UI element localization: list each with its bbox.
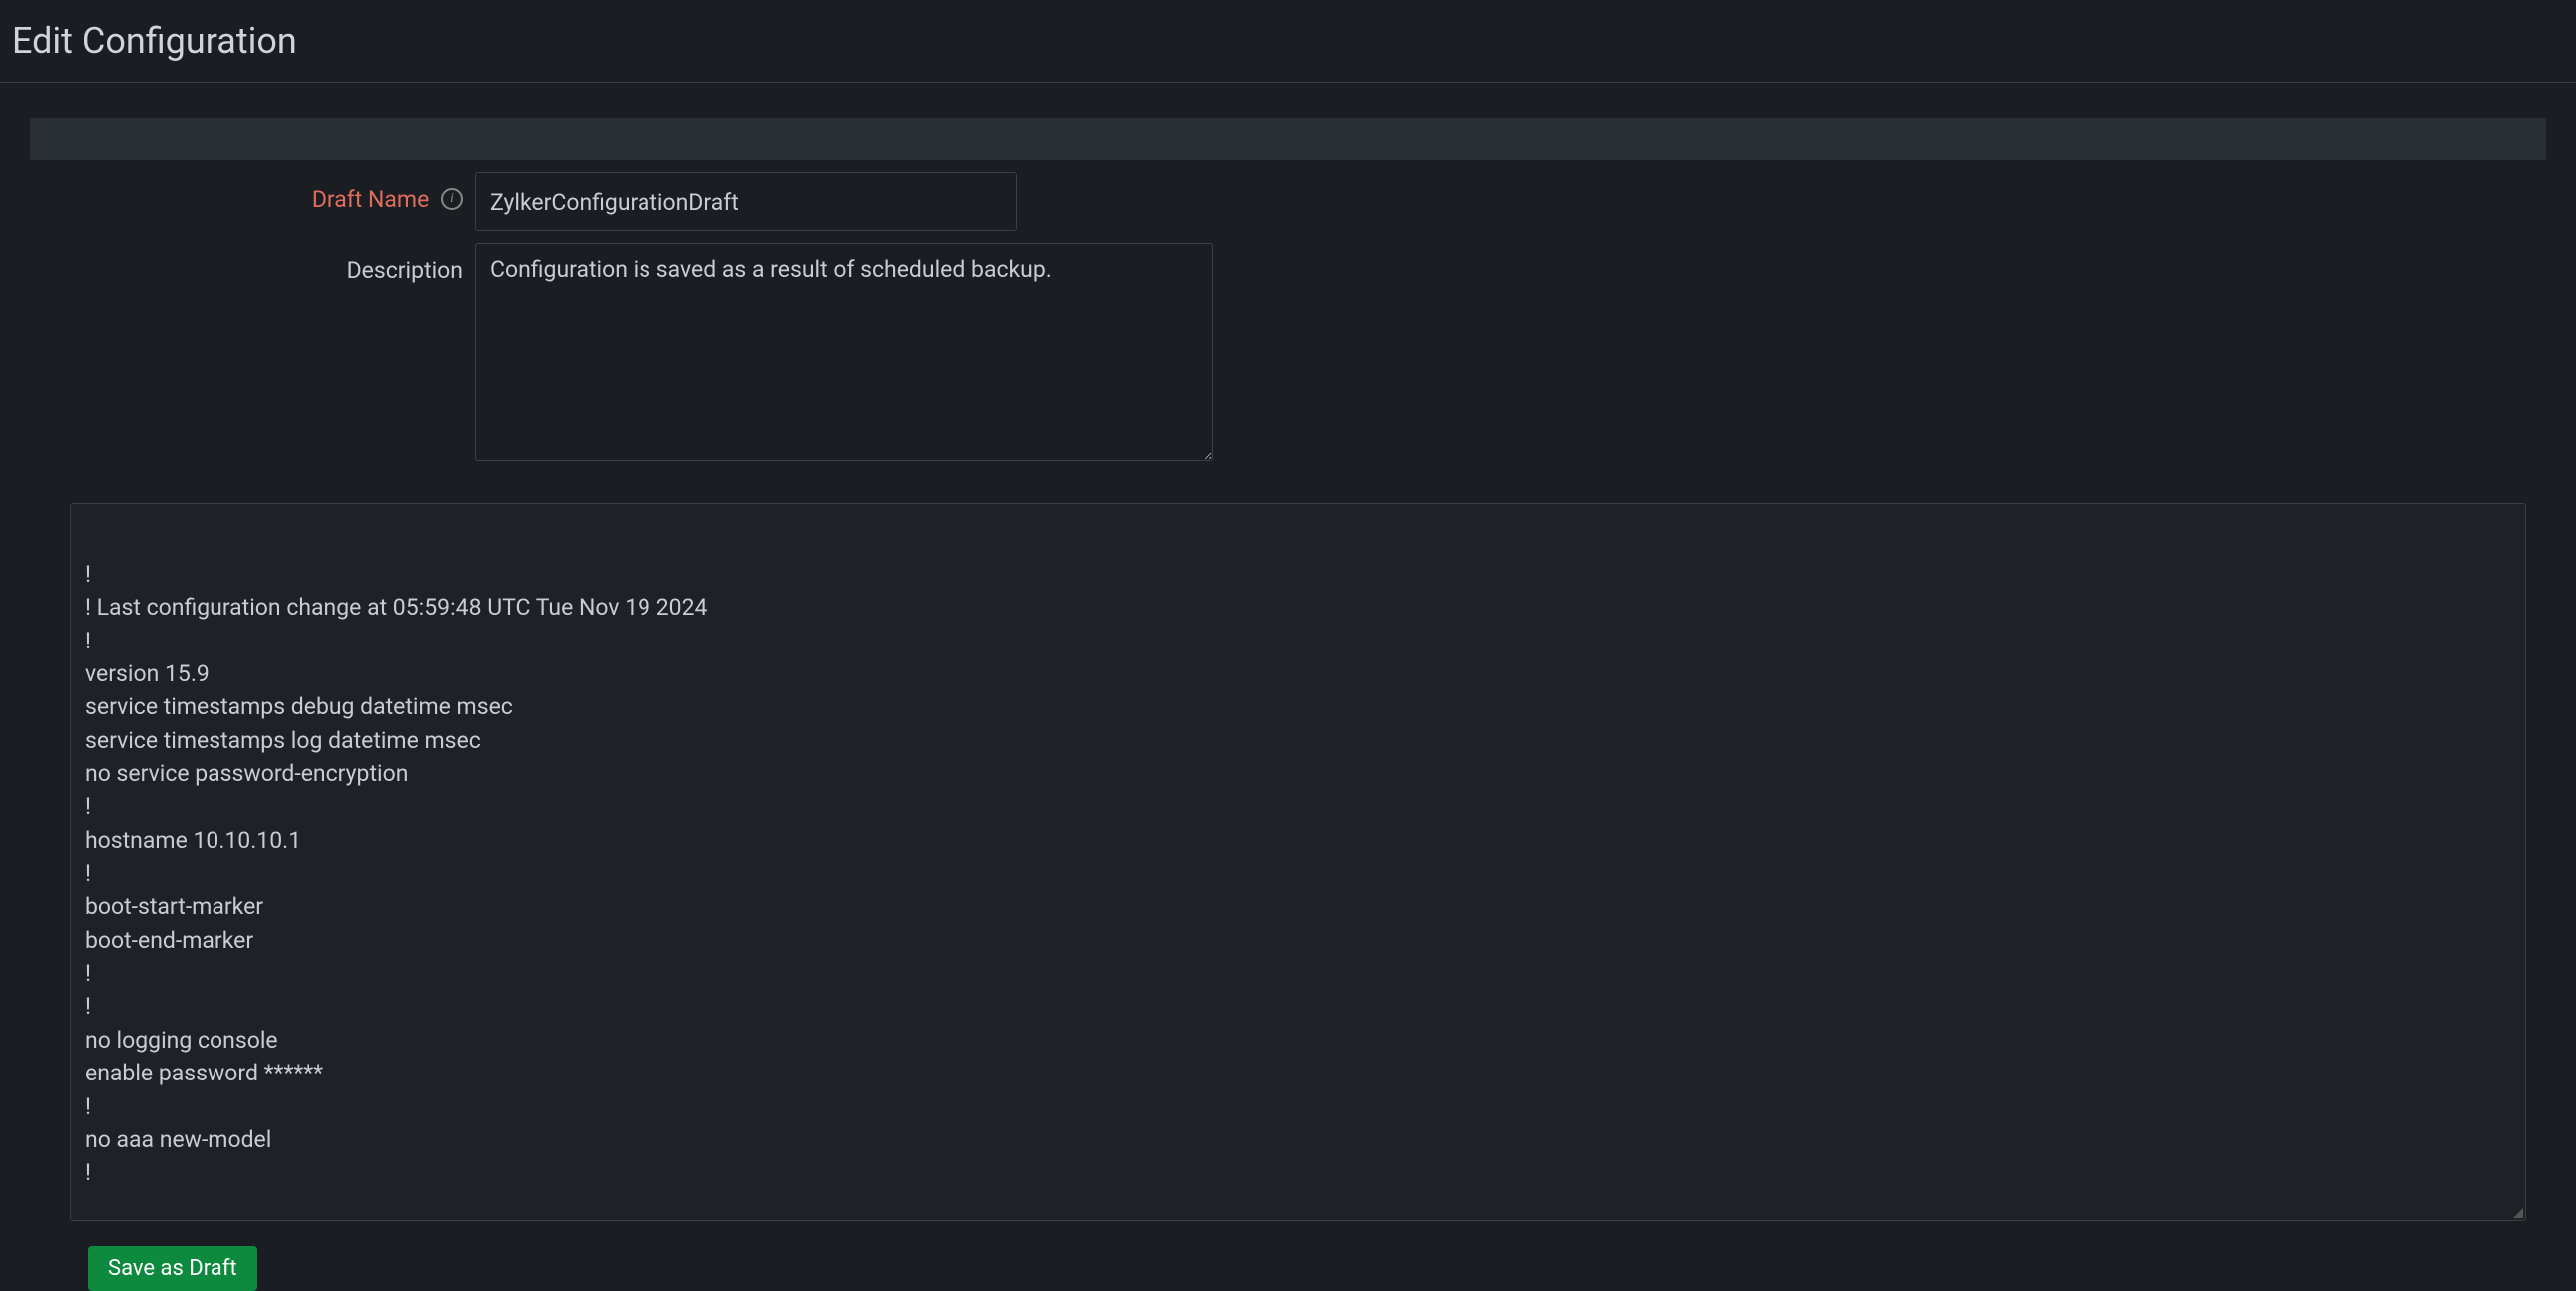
page-header: Edit Configuration [0, 0, 2576, 83]
resize-handle-icon[interactable] [2511, 1206, 2523, 1218]
config-editor[interactable]: ! ! Last configuration change at 05:59:4… [70, 503, 2526, 1221]
config-bar [30, 118, 2546, 160]
page-title: Edit Configuration [12, 20, 2564, 62]
config-content[interactable]: ! ! Last configuration change at 05:59:4… [71, 504, 2525, 1220]
info-icon[interactable]: i [441, 188, 463, 210]
description-row: Description [30, 243, 2546, 461]
button-row: Save as Draft [88, 1246, 2526, 1291]
description-label: Description [30, 243, 475, 284]
draft-name-row: Draft Name i [30, 172, 2546, 231]
description-textarea[interactable] [475, 243, 1213, 461]
draft-name-label: Draft Name i [30, 172, 475, 213]
form-section: Draft Name i Description [0, 172, 2576, 461]
draft-name-input[interactable] [475, 172, 1017, 231]
draft-name-label-text: Draft Name [312, 186, 429, 213]
save-as-draft-button[interactable]: Save as Draft [88, 1246, 257, 1291]
content-area: Draft Name i Description ! ! Last config… [0, 118, 2576, 1291]
